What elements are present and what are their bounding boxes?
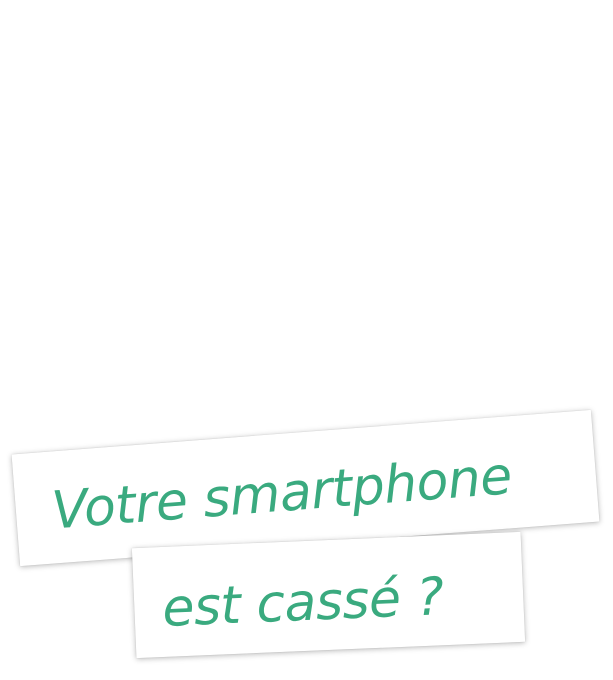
page-canvas: Votre smartphone est cassé ?: [0, 0, 613, 680]
headline-line-2: est cassé ?: [161, 567, 445, 639]
headline-line-1: Votre smartphone: [49, 446, 514, 542]
headline-card-line-2: est cassé ?: [131, 531, 526, 659]
